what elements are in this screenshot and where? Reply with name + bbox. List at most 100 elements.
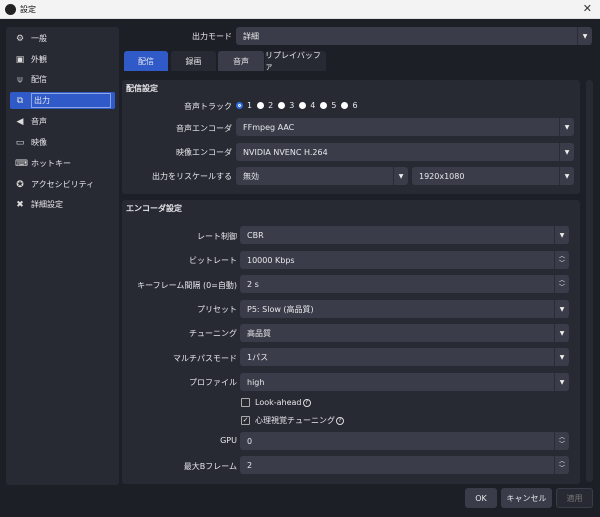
- sidebar-item-label: 配信: [31, 74, 47, 85]
- help-icon[interactable]: ?: [303, 399, 311, 407]
- sidebar-item-label: 映像: [31, 137, 47, 148]
- sidebar-item-audio[interactable]: ◀ 音声: [10, 113, 115, 130]
- settings-sidebar: ⚙一般 ▣外観 ⍦配信 ⧉ 出力 ◀ 音声 ▭ 映像 ⌨ ホットキー ✪アクセシビリティ…: [6, 27, 119, 485]
- track-radio-6[interactable]: 6: [341, 101, 357, 110]
- sidebar-item-advanced[interactable]: ✖詳細設定: [10, 196, 115, 213]
- checkbox-label: Look-ahead: [255, 398, 302, 407]
- resolution-select[interactable]: 1920x1080 ▼: [412, 167, 574, 185]
- spin-arrows-icon[interactable]: ︿﹀: [554, 432, 569, 450]
- select-value: high: [247, 378, 264, 387]
- ok-button[interactable]: OK: [465, 488, 497, 508]
- audio-encoder-select[interactable]: FFmpeg AAC ▼: [236, 118, 574, 136]
- video-encoder-select[interactable]: NVIDIA NVENC H.264 ▼: [236, 143, 574, 161]
- group-title: エンコーダ設定: [126, 203, 182, 214]
- lookahead-checkbox[interactable]: Look-ahead?: [241, 398, 311, 407]
- tab-replay-buffer[interactable]: リプレイバッファ: [265, 51, 326, 71]
- select-value: 1920x1080: [419, 172, 464, 181]
- tab-audio[interactable]: 音声: [218, 51, 264, 71]
- spin-value: 10000 Kbps: [247, 256, 295, 265]
- spin-value: 2: [247, 461, 252, 470]
- track-radio-5[interactable]: 5: [320, 101, 336, 110]
- chevron-down-icon: ▼: [554, 324, 569, 342]
- preset-select[interactable]: P5: Slow (高品質) ▼: [240, 300, 569, 318]
- sidebar-item-label: 音声: [31, 116, 47, 127]
- select-value: 無効: [243, 171, 259, 182]
- spin-arrows-icon[interactable]: ︿﹀: [554, 456, 569, 474]
- multipass-select[interactable]: 1パス ▼: [240, 348, 569, 366]
- sidebar-item-video[interactable]: ▭ 映像: [10, 134, 115, 151]
- gpu-spinbox[interactable]: 0 ︿﹀: [240, 432, 569, 450]
- spin-value: 0: [247, 437, 252, 446]
- tab-recording[interactable]: 録画: [171, 51, 216, 71]
- sidebar-item-output[interactable]: ⧉ 出力: [10, 92, 115, 109]
- preset-label: プリセット: [197, 304, 237, 315]
- gpu-label: GPU: [220, 436, 237, 445]
- max-bframes-label: 最大Bフレーム: [184, 461, 237, 472]
- cancel-button[interactable]: キャンセル: [501, 488, 552, 508]
- appearance-icon: ▣: [15, 55, 25, 65]
- profile-select[interactable]: high ▼: [240, 373, 569, 391]
- track-radio-3[interactable]: 3: [278, 101, 294, 110]
- title-bar: 設定 ✕: [0, 0, 600, 19]
- sidebar-item-hotkeys[interactable]: ⌨ ホットキー: [10, 155, 115, 172]
- psycho-visual-checkbox[interactable]: ✓ 心理視覚チューニング?: [241, 415, 344, 426]
- obs-logo-icon: [5, 4, 16, 15]
- audio-track-label: 音声トラック: [184, 101, 232, 112]
- tuning-select[interactable]: 高品質▼: [240, 324, 569, 342]
- checkbox-label: 心理視覚チューニング: [255, 415, 335, 426]
- track-radio-2[interactable]: 2: [257, 101, 273, 110]
- chevron-down-icon: ▼: [554, 373, 569, 391]
- checkbox-box: [241, 398, 250, 407]
- video-encoder-label: 映像エンコーダ: [176, 147, 232, 158]
- chevron-down-icon: ▼: [554, 348, 569, 366]
- chevron-down-icon: ▼: [554, 226, 569, 244]
- sidebar-item-label: ホットキー: [31, 158, 71, 169]
- chevron-down-icon: ▼: [554, 300, 569, 318]
- chevron-down-icon: ▼: [559, 167, 574, 185]
- keyframe-label: キーフレーム間隔 (0=自動): [137, 280, 237, 291]
- track-radio-1[interactable]: 1: [236, 101, 252, 110]
- spin-arrows-icon[interactable]: ︿﹀: [554, 251, 569, 269]
- chevron-down-icon: ▼: [559, 118, 574, 136]
- select-value: 1パス: [247, 352, 268, 363]
- sidebar-item-stream[interactable]: ⍦配信: [10, 71, 115, 88]
- multipass-label: マルチパスモード: [173, 353, 237, 364]
- bitrate-spinbox[interactable]: 10000 Kbps ︿﹀: [240, 251, 569, 269]
- select-value: NVIDIA NVENC H.264: [243, 148, 328, 157]
- profile-label: プロファイル: [189, 377, 237, 388]
- sidebar-item-general[interactable]: ⚙一般: [10, 30, 115, 47]
- rate-control-label: レート制御: [197, 231, 237, 242]
- select-value: CBR: [247, 231, 264, 240]
- output-mode-label: 出力モード: [192, 31, 232, 42]
- rescale-select[interactable]: 無効 ▼: [236, 167, 408, 185]
- spin-value: 2 s: [247, 280, 259, 289]
- spin-arrows-icon[interactable]: ︿﹀: [554, 275, 569, 293]
- sidebar-item-label: 一般: [31, 33, 47, 44]
- output-mode-select[interactable]: 詳細▼: [236, 27, 592, 45]
- sidebar-item-accessibility[interactable]: ✪アクセシビリティ: [10, 176, 115, 193]
- tuning-label: チューニング: [189, 328, 237, 339]
- sidebar-item-appearance[interactable]: ▣外観: [10, 51, 115, 68]
- audio-track-radios: 1 2 3 4 5 6: [236, 101, 363, 110]
- rate-control-select[interactable]: CBR ▼: [240, 226, 569, 244]
- chevron-down-icon: ▼: [393, 167, 408, 185]
- close-icon[interactable]: ✕: [583, 2, 592, 15]
- monitor-icon: ▭: [15, 138, 25, 148]
- sidebar-item-label: 出力: [31, 93, 111, 108]
- max-bframes-spinbox[interactable]: 2 ︿﹀: [240, 456, 569, 474]
- track-radio-4[interactable]: 4: [299, 101, 315, 110]
- apply-button[interactable]: 適用: [556, 488, 593, 508]
- select-value: P5: Slow (高品質): [247, 304, 314, 315]
- help-icon[interactable]: ?: [336, 417, 344, 425]
- select-value: FFmpeg AAC: [243, 123, 294, 132]
- output-icon: ⧉: [15, 96, 25, 106]
- keyframe-spinbox[interactable]: 2 s ︿﹀: [240, 275, 569, 293]
- checkmark-icon: ✓: [241, 416, 250, 425]
- bitrate-label: ビットレート: [189, 255, 237, 266]
- chevron-down-icon: ▼: [559, 143, 574, 161]
- keyboard-icon: ⌨: [15, 159, 25, 169]
- speaker-icon: ◀: [15, 117, 25, 127]
- tab-stream[interactable]: 配信: [124, 51, 168, 71]
- sidebar-item-label: 詳細設定: [31, 199, 63, 210]
- scrollbar[interactable]: [586, 80, 593, 482]
